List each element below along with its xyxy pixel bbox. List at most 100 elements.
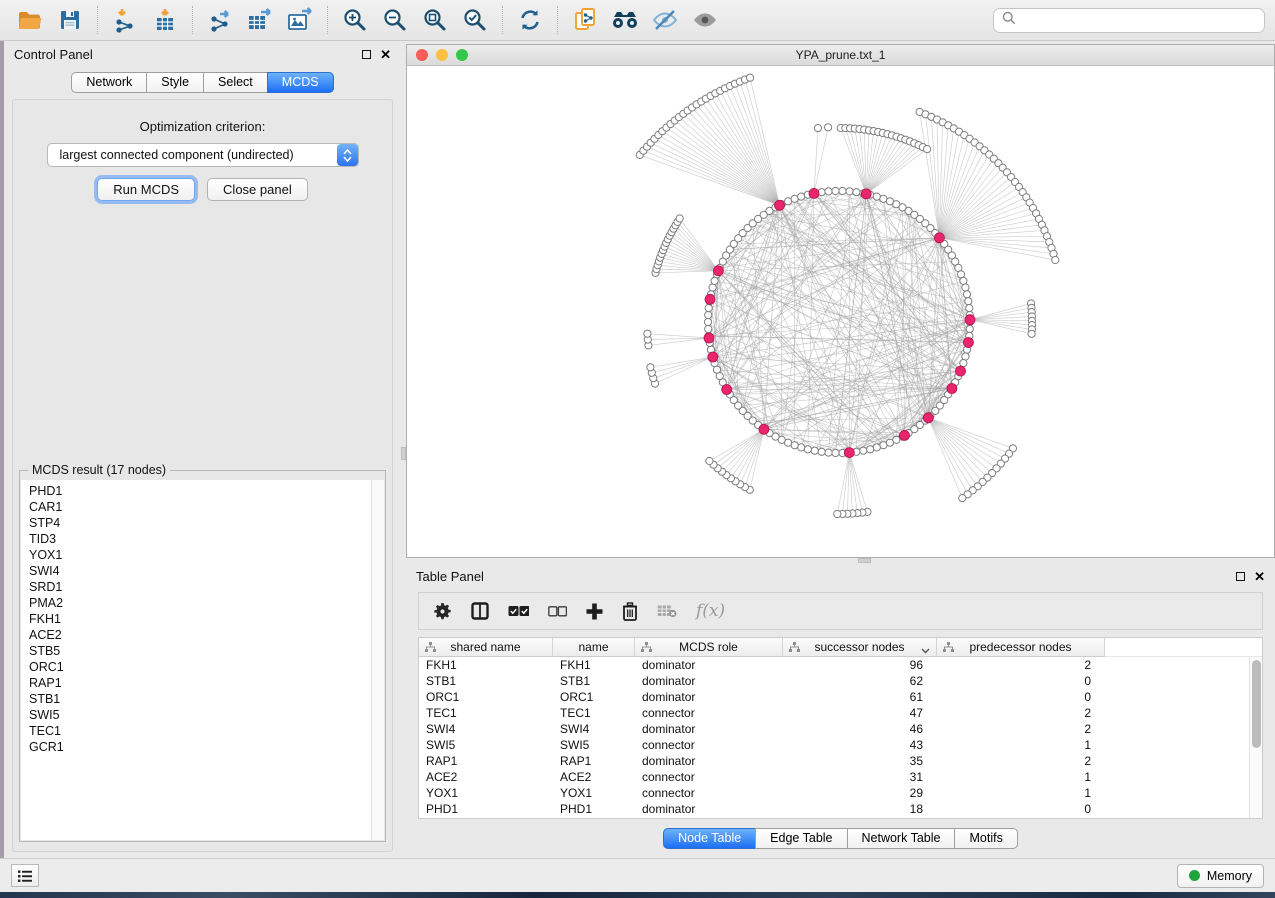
network-node[interactable] [705, 305, 712, 312]
network-node[interactable] [956, 366, 966, 376]
table-cell[interactable]: ACE2 [553, 769, 635, 785]
table-cell[interactable]: dominator [635, 689, 783, 705]
tab-edge-table[interactable]: Edge Table [755, 828, 847, 849]
table-cell[interactable]: dominator [635, 721, 783, 737]
network-node[interactable] [923, 413, 933, 423]
memory-button[interactable]: Memory [1177, 864, 1264, 888]
network-node[interactable] [676, 215, 683, 222]
mcds-node-item[interactable]: TID3 [29, 531, 384, 547]
network-node[interactable] [722, 385, 732, 395]
network-node[interactable] [962, 284, 969, 291]
export-network-icon[interactable] [200, 4, 240, 36]
network-node[interactable] [644, 330, 651, 337]
table-cell[interactable]: SWI5 [553, 737, 635, 753]
network-node[interactable] [963, 338, 973, 348]
refresh-view-icon[interactable] [510, 4, 550, 36]
table-cell[interactable]: YOX1 [553, 785, 635, 801]
horizontal-splitter[interactable] [406, 558, 1275, 563]
table-scrollbar[interactable] [1249, 657, 1262, 818]
mcds-node-item[interactable]: RAP1 [29, 675, 384, 691]
run-mcds-button[interactable]: Run MCDS [97, 178, 195, 201]
network-node[interactable] [867, 446, 874, 453]
network-node[interactable] [713, 266, 723, 276]
tab-node-table[interactable]: Node Table [663, 828, 756, 849]
table-row[interactable]: YOX1YOX1connector291 [419, 785, 1262, 801]
table-cell[interactable]: dominator [635, 657, 783, 673]
column-header-successor-nodes[interactable]: successor nodes [783, 638, 937, 657]
table-cell[interactable]: 43 [783, 737, 937, 753]
table-cell[interactable]: SWI4 [419, 721, 553, 737]
vertical-splitter[interactable] [401, 41, 406, 858]
mcds-result-list[interactable]: PHD1CAR1STP4TID3YOX1SWI4SRD1PMA2FKH1ACE2… [21, 480, 384, 840]
table-cell[interactable]: ACE2 [419, 769, 553, 785]
mcds-list-scrollbar[interactable] [371, 480, 384, 840]
tab-network-table[interactable]: Network Table [847, 828, 956, 849]
table-cell[interactable]: 0 [937, 689, 1105, 705]
table-cell[interactable]: 0 [937, 673, 1105, 689]
table-cell[interactable]: ORC1 [553, 689, 635, 705]
column-header-shared-name[interactable]: shared name [419, 638, 553, 657]
zoom-selected-icon[interactable] [455, 4, 495, 36]
mcds-node-item[interactable]: ACE2 [29, 627, 384, 643]
close-panel-icon[interactable]: ✕ [1254, 570, 1265, 583]
network-node[interactable] [873, 444, 880, 451]
table-cell[interactable]: TEC1 [419, 705, 553, 721]
network-node[interactable] [705, 325, 712, 332]
table-row[interactable]: RAP1RAP1dominator352 [419, 753, 1262, 769]
table-cell[interactable]: 2 [937, 753, 1105, 769]
network-node[interactable] [960, 277, 967, 284]
table-cell[interactable]: 2 [937, 721, 1105, 737]
show-columns-icon[interactable] [471, 596, 489, 626]
mcds-node-item[interactable]: STP4 [29, 515, 384, 531]
network-node[interactable] [966, 305, 973, 312]
show-all-icon[interactable] [685, 4, 725, 36]
network-node[interactable] [825, 124, 832, 131]
table-options-icon[interactable] [433, 596, 452, 626]
network-node[interactable] [900, 430, 910, 440]
table-cell[interactable]: 35 [783, 753, 937, 769]
table-row[interactable]: TEC1TEC1connector472 [419, 705, 1262, 721]
network-node[interactable] [832, 449, 839, 456]
network-node[interactable] [934, 233, 944, 243]
table-cell[interactable]: 2 [937, 705, 1105, 721]
network-node[interactable] [704, 333, 714, 343]
network-node[interactable] [963, 291, 970, 298]
window-close-light[interactable] [416, 49, 428, 61]
network-node[interactable] [759, 424, 769, 434]
table-row[interactable]: STB1STB1dominator620 [419, 673, 1262, 689]
window-zoom-light[interactable] [456, 49, 468, 61]
sort-chevron-icon[interactable] [921, 643, 930, 657]
network-node[interactable] [844, 448, 854, 458]
splitter-handle[interactable] [401, 447, 406, 460]
network-node[interactable] [832, 187, 839, 194]
table-cell[interactable]: connector [635, 705, 783, 721]
network-node[interactable] [775, 200, 785, 210]
table-cell[interactable]: 1 [937, 785, 1105, 801]
table-cell[interactable]: SWI4 [553, 721, 635, 737]
network-node[interactable] [965, 315, 975, 325]
search-input[interactable] [1022, 13, 1256, 27]
hide-selected-icon[interactable] [645, 4, 685, 36]
table-cell[interactable]: ORC1 [419, 689, 553, 705]
table-cell[interactable]: STB1 [553, 673, 635, 689]
table-cell[interactable]: SWI5 [419, 737, 553, 753]
table-cell[interactable]: RAP1 [553, 753, 635, 769]
status-menu-icon[interactable] [11, 864, 39, 887]
function-builder-icon[interactable]: f(x) [696, 601, 725, 621]
import-table-icon[interactable] [145, 4, 185, 36]
table-cell[interactable]: dominator [635, 801, 783, 817]
mcds-node-item[interactable]: YOX1 [29, 547, 384, 563]
mcds-node-item[interactable]: CAR1 [29, 499, 384, 515]
select-all-checkboxes-icon[interactable] [508, 596, 529, 626]
zoom-out-icon[interactable] [375, 4, 415, 36]
mcds-node-item[interactable]: SWI4 [29, 563, 384, 579]
column-header-mcds-role[interactable]: MCDS role [635, 638, 783, 657]
table-cell[interactable]: 46 [783, 721, 937, 737]
network-node[interactable] [860, 447, 867, 454]
tab-style[interactable]: Style [146, 72, 204, 93]
network-node[interactable] [839, 187, 846, 194]
mcds-node-item[interactable]: ORC1 [29, 659, 384, 675]
network-node[interactable] [825, 188, 832, 195]
network-canvas[interactable] [407, 66, 1274, 557]
table-cell[interactable]: YOX1 [419, 785, 553, 801]
